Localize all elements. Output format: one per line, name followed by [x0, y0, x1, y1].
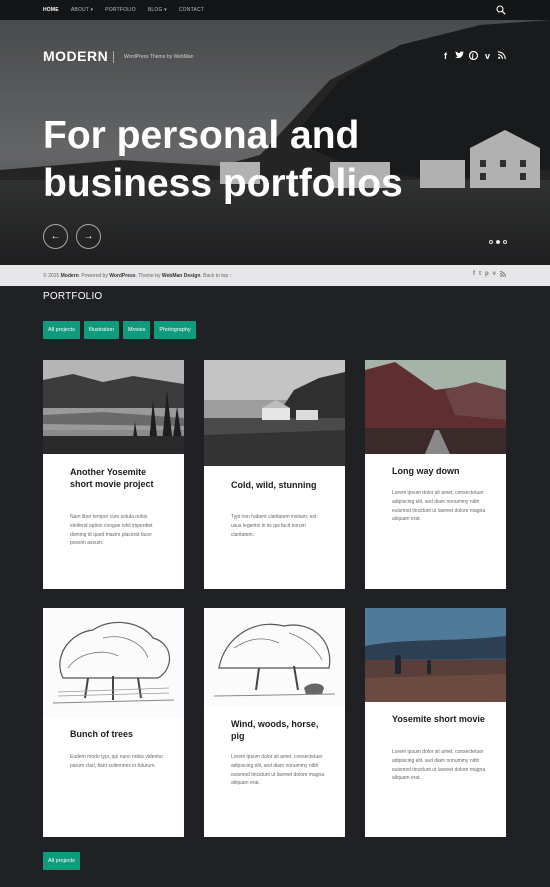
card-excerpt: Nam liber tempor cum soluta nobis eleife…: [70, 514, 153, 547]
nav-item-portfolio[interactable]: PORTFOLIO: [99, 7, 142, 13]
facebook-icon[interactable]: f: [473, 271, 475, 279]
card-image-cottage: [204, 360, 345, 466]
card-excerpt: Typi non habent claritatem insitam; est …: [231, 514, 317, 538]
arrow-left-icon: ←: [50, 231, 61, 242]
nav-item-home[interactable]: HOME: [37, 7, 65, 13]
card-image-woods-sketch: [204, 608, 345, 706]
portfolio-card[interactable]: Long way down Lorem ipsum dolor sit amet…: [365, 360, 506, 589]
card-image-trees-sketch: [43, 608, 184, 718]
filter-movies[interactable]: Movies: [122, 321, 151, 339]
hero-headline-line-1: For personal and: [43, 114, 360, 157]
portfolio-heading: PORTFOLIO: [43, 291, 103, 302]
card-excerpt: Eodem modo typi, qui nunc nobis videntur…: [70, 754, 164, 769]
wordpress-link[interactable]: WordPress: [109, 273, 135, 279]
card-title[interactable]: Cold, wild, stunning: [231, 479, 326, 491]
author-link[interactable]: WebMan Design: [162, 273, 201, 279]
slider-dot[interactable]: [503, 240, 507, 244]
footer-social-links: f t p v: [473, 271, 506, 279]
card-image-foggy-field: [365, 608, 506, 702]
nav-item-about[interactable]: ABOUT ▾: [65, 7, 99, 13]
slider-prev-button[interactable]: ←: [43, 224, 68, 249]
social-links: f v: [441, 50, 506, 62]
slider-next-button[interactable]: →: [76, 224, 101, 249]
card-title[interactable]: Wind, woods, horse, pig: [231, 718, 326, 742]
filter-illustration[interactable]: Illustration: [83, 321, 119, 339]
back-to-top-link[interactable]: . Back to top ↑: [200, 273, 232, 279]
theme-text: . Theme by: [135, 273, 161, 279]
rss-icon[interactable]: [497, 51, 506, 62]
portfolio-card[interactable]: Wind, woods, horse, pig Lorem ipsum dolo…: [204, 608, 345, 837]
vimeo-icon[interactable]: v: [483, 51, 492, 62]
card-title[interactable]: Yosemite short movie: [392, 713, 487, 725]
hero-headline-line-2: business portfolios: [43, 162, 403, 205]
arrow-right-icon: →: [83, 231, 94, 242]
filter-all-projects[interactable]: All projects: [43, 321, 80, 339]
brand-separator: [113, 51, 114, 63]
portfolio-card[interactable]: Yosemite short movie Lorem ipsum dolor s…: [365, 608, 506, 837]
nav-item-blog[interactable]: BLOG ▾: [142, 7, 173, 13]
card-title[interactable]: Long way down: [392, 465, 487, 477]
slider-dot-active[interactable]: [496, 240, 500, 244]
portfolio-filters: All projects Illustration Movies Photogr…: [43, 321, 196, 339]
site-logo[interactable]: MODERN: [43, 48, 108, 64]
card-excerpt: Lorem ipsum dolor sit amet, consectetuer…: [392, 490, 486, 523]
site-name-link[interactable]: Modern: [61, 273, 79, 279]
card-excerpt: Lorem ipsum dolor sit amet, consectetuer…: [392, 749, 486, 782]
portfolio-card[interactable]: Another Yosemite short movie project Nam…: [43, 360, 184, 589]
nav-item-contact[interactable]: CONTACT: [173, 7, 210, 13]
powered-text: . Powered by: [78, 273, 108, 279]
pinterest-icon[interactable]: p: [485, 271, 489, 279]
rss-icon[interactable]: [499, 271, 506, 279]
hero-headline: For personal and business portfolios: [43, 112, 463, 208]
filter-photography[interactable]: Photography: [154, 321, 196, 339]
slider-dot[interactable]: [489, 240, 493, 244]
site-tagline: WordPress Theme by WebMan: [124, 54, 194, 60]
pinterest-icon[interactable]: [468, 50, 479, 62]
portfolio-card[interactable]: Cold, wild, stunning Typi non habent cla…: [204, 360, 345, 589]
facebook-icon[interactable]: f: [441, 51, 450, 62]
slider-pagination: [489, 240, 507, 244]
twitter-icon[interactable]: [455, 51, 464, 62]
twitter-icon[interactable]: t: [479, 271, 481, 279]
card-image-lake: [43, 360, 184, 454]
card-excerpt: Lorem ipsum dolor sit amet, consectetuer…: [231, 754, 325, 787]
hero-slider: MODERN WordPress Theme by WebMan f v For…: [0, 20, 550, 265]
search-icon[interactable]: [496, 5, 506, 15]
card-image-valley-road: [365, 360, 506, 454]
card-title[interactable]: Another Yosemite short movie project: [70, 466, 165, 490]
portfolio-card[interactable]: Bunch of trees Eodem modo typi, qui nunc…: [43, 608, 184, 837]
all-projects-button[interactable]: All projects: [43, 852, 80, 870]
credits-bar: © 2015 Modern. Powered by WordPress. The…: [0, 265, 550, 286]
card-title[interactable]: Bunch of trees: [70, 728, 165, 740]
copyright-year: © 2015: [43, 273, 60, 279]
top-navigation: HOME ABOUT ▾ PORTFOLIO BLOG ▾ CONTACT: [0, 0, 550, 20]
vimeo-icon[interactable]: v: [493, 271, 496, 279]
credits-text: © 2015 Modern. Powered by WordPress. The…: [43, 273, 232, 279]
